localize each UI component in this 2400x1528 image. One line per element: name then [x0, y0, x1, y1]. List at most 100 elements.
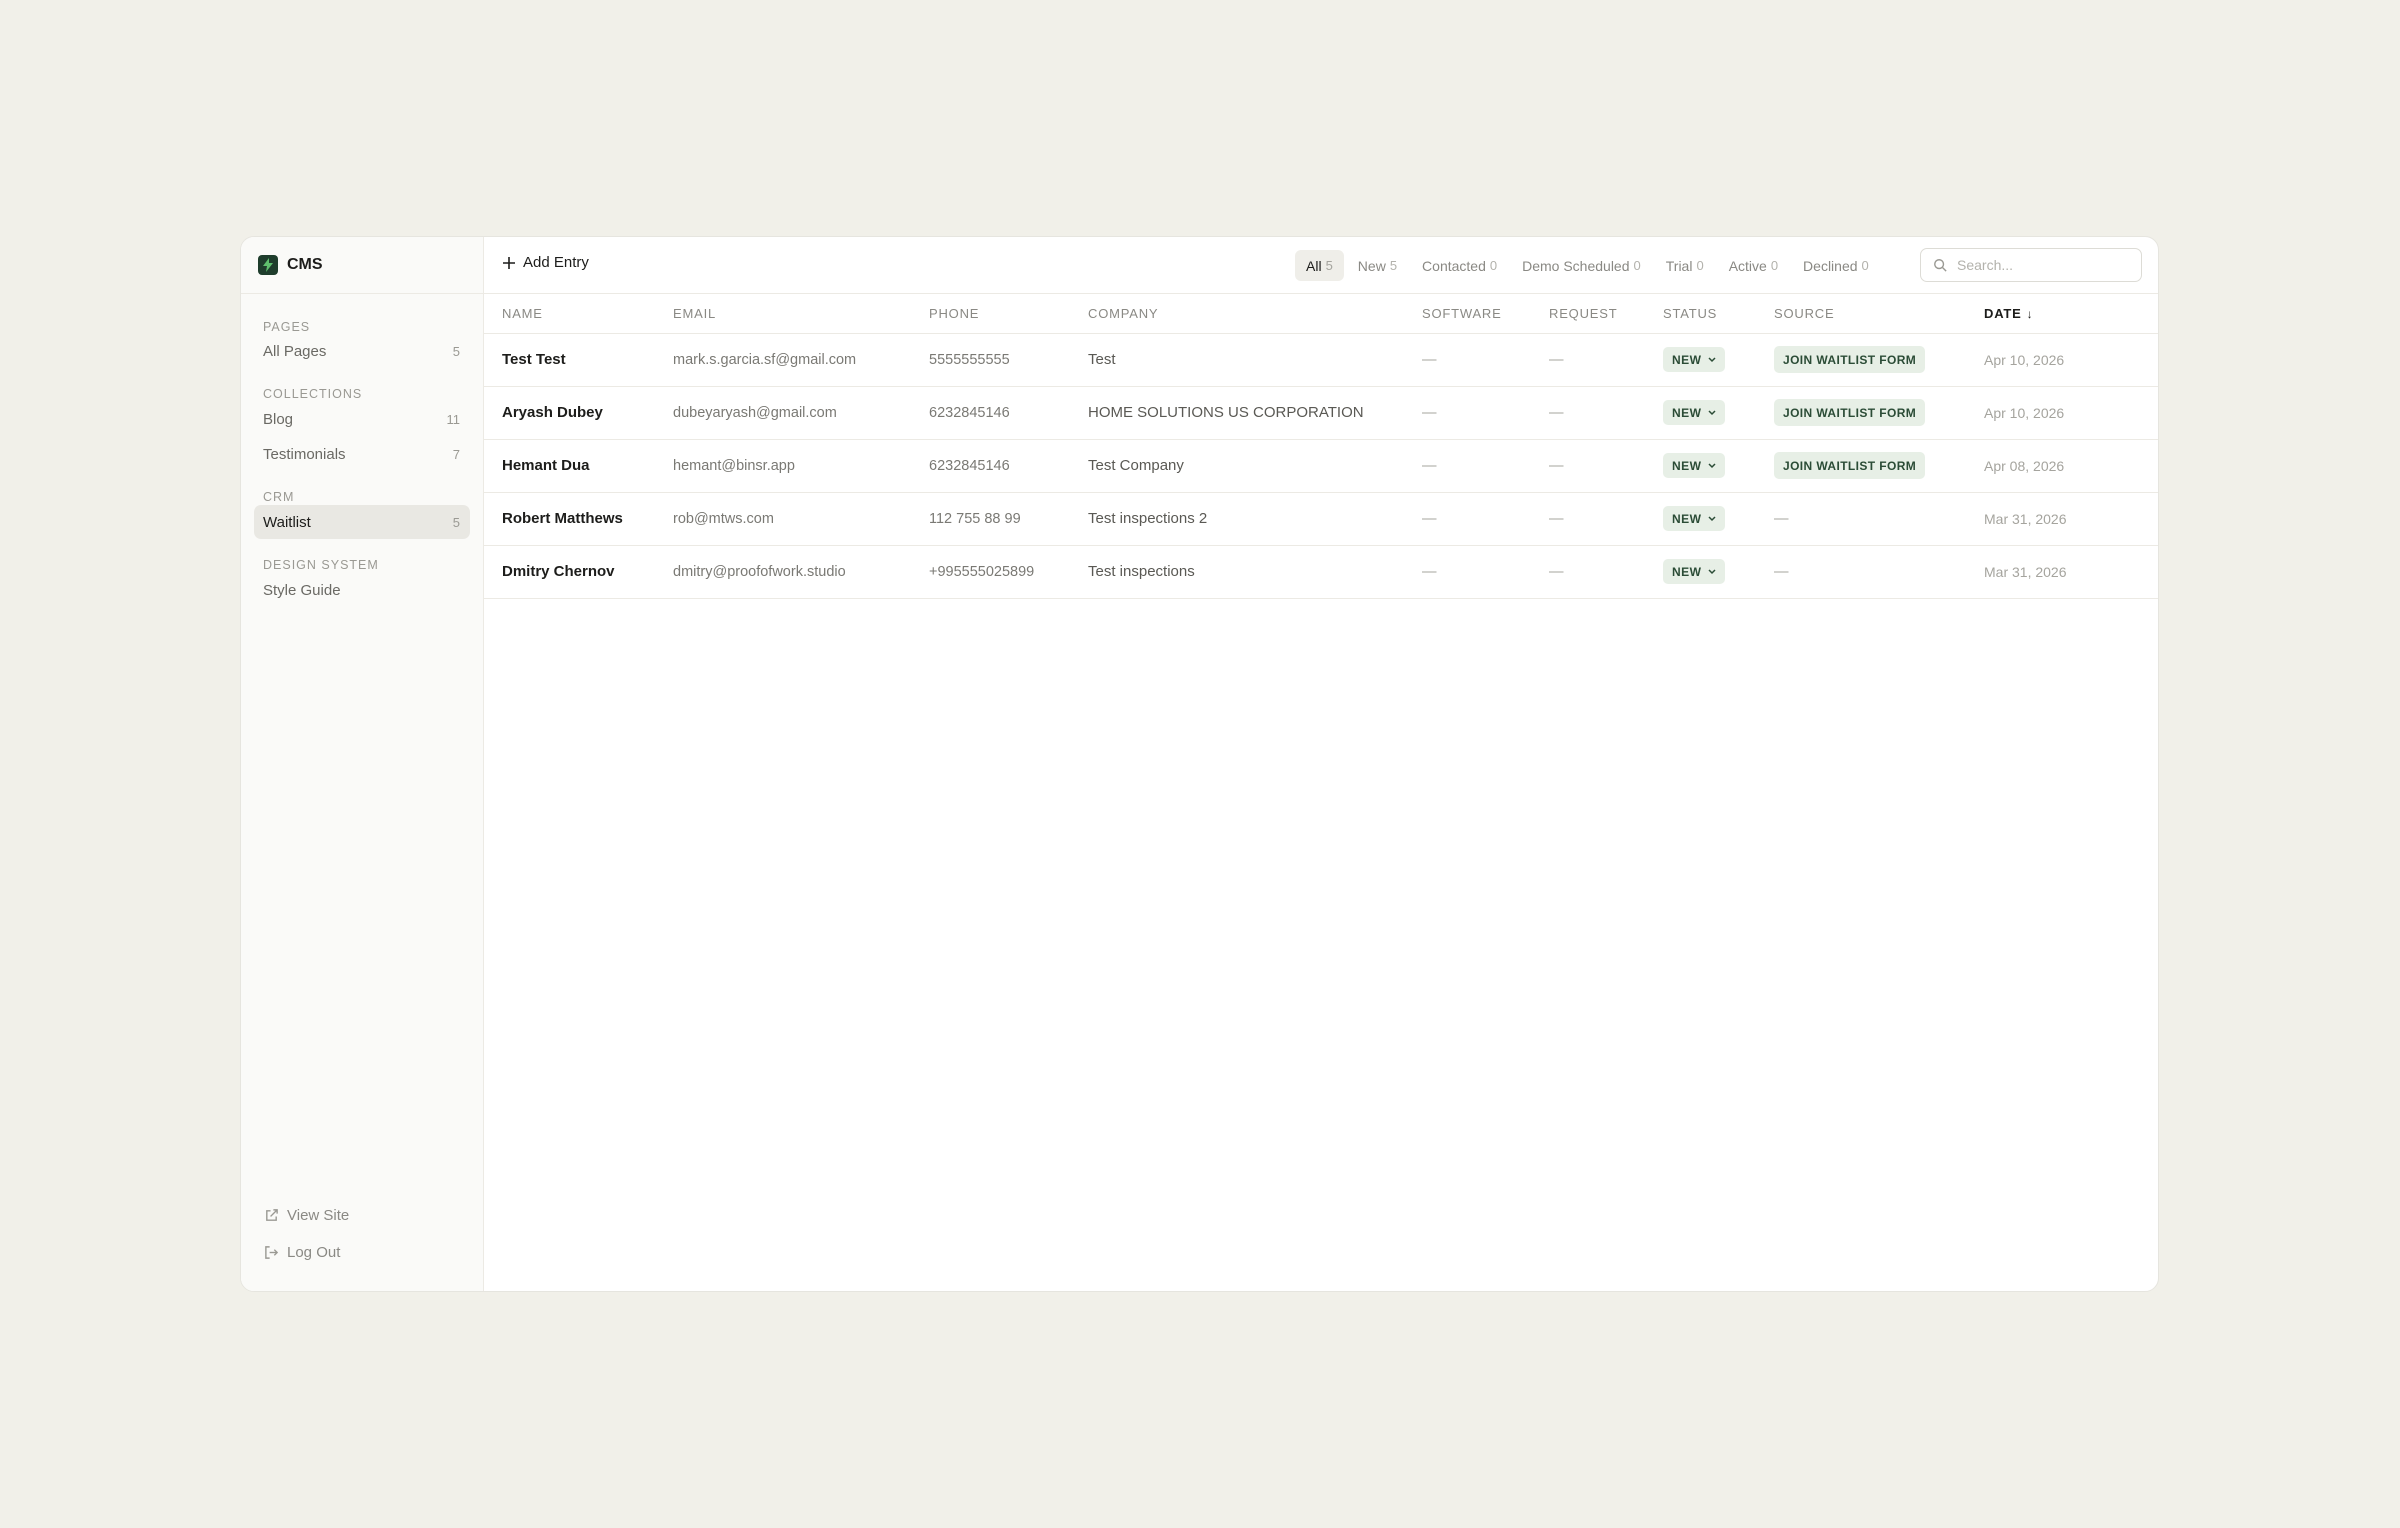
search-icon	[1934, 259, 1947, 272]
column-header-label: DATE	[1984, 305, 2022, 321]
search-box	[1920, 248, 2142, 282]
cell-software: —	[1422, 439, 1549, 493]
source-badge: —	[1774, 510, 1789, 527]
section-label-collections: COLLECTIONS	[263, 387, 363, 401]
cell-name: Robert Matthews	[484, 492, 673, 546]
cell-email: dmitry@proofofwork.studio	[673, 545, 929, 599]
sidebar-item-count: 5	[452, 514, 460, 530]
column-header-request[interactable]: REQUEST	[1549, 294, 1663, 334]
status-dropdown[interactable]: NEW	[1663, 559, 1725, 584]
cell-source: —	[1774, 545, 1984, 599]
sidebar-item-testimonials[interactable]: Testimonials 7	[254, 437, 470, 471]
column-header-status[interactable]: STATUS	[1663, 294, 1774, 334]
status-label: NEW	[1672, 405, 1702, 420]
column-header-company[interactable]: COMPANY	[1088, 294, 1422, 334]
cell-company: HOME SOLUTIONS US CORPORATION	[1088, 386, 1422, 440]
cell-software: —	[1422, 545, 1549, 599]
sidebar-footer: View Site Log Out	[241, 1197, 483, 1271]
log-out-link[interactable]: Log Out	[241, 1234, 483, 1271]
sidebar-item-style-guide[interactable]: Style Guide	[254, 573, 470, 607]
filter-active[interactable]: Active 0	[1718, 250, 1789, 281]
filter-count: 5	[1325, 258, 1333, 273]
sort-desc-icon: ↓	[2026, 306, 2034, 321]
status-dropdown[interactable]: NEW	[1663, 506, 1725, 531]
cell-request: —	[1549, 333, 1663, 387]
cell-software: —	[1422, 386, 1549, 440]
add-entry-label: Add Entry	[523, 254, 589, 271]
cell-source: —	[1774, 492, 1984, 546]
table-row[interactable]: Dmitry Chernov dmitry@proofofwork.studio…	[484, 545, 2158, 599]
cell-phone: 6232845146	[929, 439, 1088, 493]
filter-label: Demo Scheduled	[1522, 257, 1630, 274]
filter-label: All	[1306, 257, 1322, 274]
column-header-phone[interactable]: PHONE	[929, 294, 1088, 334]
filter-label: New	[1357, 257, 1386, 274]
cell-request: —	[1549, 386, 1663, 440]
status-dropdown[interactable]: NEW	[1663, 453, 1725, 478]
sidebar-item-count: 7	[452, 446, 460, 462]
sidebar-item-blog[interactable]: Blog 11	[254, 402, 470, 436]
cell-date: Mar 31, 2026	[1984, 492, 2158, 546]
column-header-software[interactable]: SOFTWARE	[1422, 294, 1549, 334]
cell-software: —	[1422, 492, 1549, 546]
sidebar-nav: PAGES All Pages 5 COLLECTIONS Blog 11 Te…	[241, 294, 483, 607]
view-site-link[interactable]: View Site	[241, 1197, 483, 1234]
search-input[interactable]	[1955, 256, 2129, 274]
table-row[interactable]: Robert Matthews rob@mtws.com 112 755 88 …	[484, 492, 2158, 546]
cell-company: Test inspections	[1088, 545, 1422, 599]
column-header-email[interactable]: EMAIL	[673, 294, 929, 334]
add-entry-button[interactable]: Add Entry	[502, 254, 589, 271]
view-site-label: View Site	[287, 1207, 350, 1224]
filter-count: 0	[1770, 258, 1779, 273]
status-dropdown[interactable]: NEW	[1663, 400, 1725, 425]
filter-declined[interactable]: Declined 0	[1792, 250, 1880, 281]
brand-title: CMS	[287, 256, 323, 273]
source-badge: —	[1774, 563, 1789, 580]
plus-icon	[503, 256, 515, 269]
sidebar-item-all-pages[interactable]: All Pages 5	[254, 334, 470, 368]
cell-phone: 112 755 88 99	[929, 492, 1088, 546]
chevron-down-icon	[1707, 409, 1716, 415]
cell-software: —	[1422, 333, 1549, 387]
cell-name: Test Test	[484, 333, 673, 387]
table-header-row: NAME EMAIL PHONE COMPANY SOFTWARE REQUES…	[484, 294, 2158, 334]
filter-trial[interactable]: Trial 0	[1655, 250, 1715, 281]
column-header-name[interactable]: NAME	[484, 294, 673, 334]
table-row[interactable]: Aryash Dubey dubeyaryash@gmail.com 62328…	[484, 386, 2158, 440]
cell-source: JOIN WAITLIST FORM	[1774, 439, 1984, 493]
table-row[interactable]: Hemant Dua hemant@binsr.app 6232845146 T…	[484, 439, 2158, 493]
table-row[interactable]: Test Test mark.s.garcia.sf@gmail.com 555…	[484, 333, 2158, 387]
cell-source: JOIN WAITLIST FORM	[1774, 333, 1984, 387]
sidebar-item-waitlist[interactable]: Waitlist 5	[254, 505, 470, 539]
chevron-down-icon	[1707, 515, 1716, 521]
sidebar: CMS PAGES All Pages 5 COLLECTIONS Blog 1…	[241, 237, 484, 1291]
status-label: NEW	[1672, 564, 1702, 579]
cell-company: Test	[1088, 333, 1422, 387]
filter-new[interactable]: New 5	[1347, 250, 1408, 281]
cell-date: Apr 08, 2026	[1984, 439, 2158, 493]
column-header-date[interactable]: DATE ↓	[1984, 294, 2158, 334]
log-out-label: Log Out	[287, 1244, 341, 1261]
brand-header[interactable]: CMS	[241, 237, 483, 294]
chevron-down-icon	[1707, 568, 1716, 574]
cell-date: Apr 10, 2026	[1984, 386, 2158, 440]
toolbar: Add Entry All 5 New 5 Contacted 0 Demo Sche…	[484, 237, 2158, 294]
cell-name: Dmitry Chernov	[484, 545, 673, 599]
cell-email: dubeyaryash@gmail.com	[673, 386, 929, 440]
filter-demo-scheduled[interactable]: Demo Scheduled 0	[1511, 250, 1652, 281]
filter-count: 0	[1861, 258, 1869, 273]
sidebar-item-label: Testimonials	[263, 445, 346, 463]
cell-phone: 5555555555	[929, 333, 1088, 387]
cell-status: NEW	[1663, 386, 1774, 440]
external-link-icon	[266, 1209, 278, 1221]
cell-status: NEW	[1663, 545, 1774, 599]
sidebar-item-label: Waitlist	[263, 513, 311, 531]
filter-contacted[interactable]: Contacted 0	[1411, 250, 1508, 281]
filter-all[interactable]: All 5	[1295, 250, 1344, 281]
cell-request: —	[1549, 492, 1663, 546]
main-content: Add Entry All 5 New 5 Contacted 0 Demo Sche…	[484, 237, 2158, 1291]
cell-source: JOIN WAITLIST FORM	[1774, 386, 1984, 440]
column-header-source[interactable]: SOURCE	[1774, 294, 1984, 334]
status-dropdown[interactable]: NEW	[1663, 347, 1725, 372]
filter-label: Contacted	[1422, 257, 1486, 274]
